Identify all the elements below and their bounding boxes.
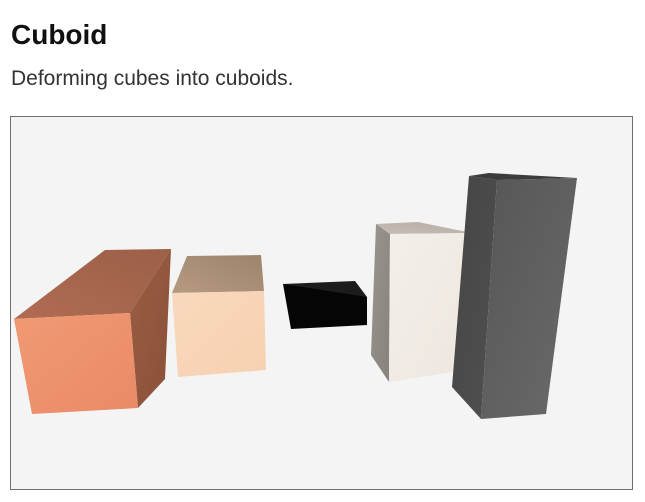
cream-cuboid-side [371,224,390,382]
cream-cuboid-top [376,222,472,234]
salmon-cuboid-front [14,313,138,414]
black-cuboid[interactable] [283,281,367,329]
peach-cuboid-top [172,255,264,293]
page-title: Cuboid [11,19,108,50]
charcoal-cuboid-front [481,178,577,419]
peach-cuboid[interactable] [172,255,266,377]
salmon-cuboid[interactable] [14,249,171,414]
cuboid-scene[interactable] [11,117,633,490]
peach-cuboid-front [172,291,266,377]
3d-viewport[interactable] [10,116,633,490]
charcoal-cuboid[interactable] [452,173,577,419]
page-subtitle: Deforming cubes into cuboids. [11,67,294,90]
